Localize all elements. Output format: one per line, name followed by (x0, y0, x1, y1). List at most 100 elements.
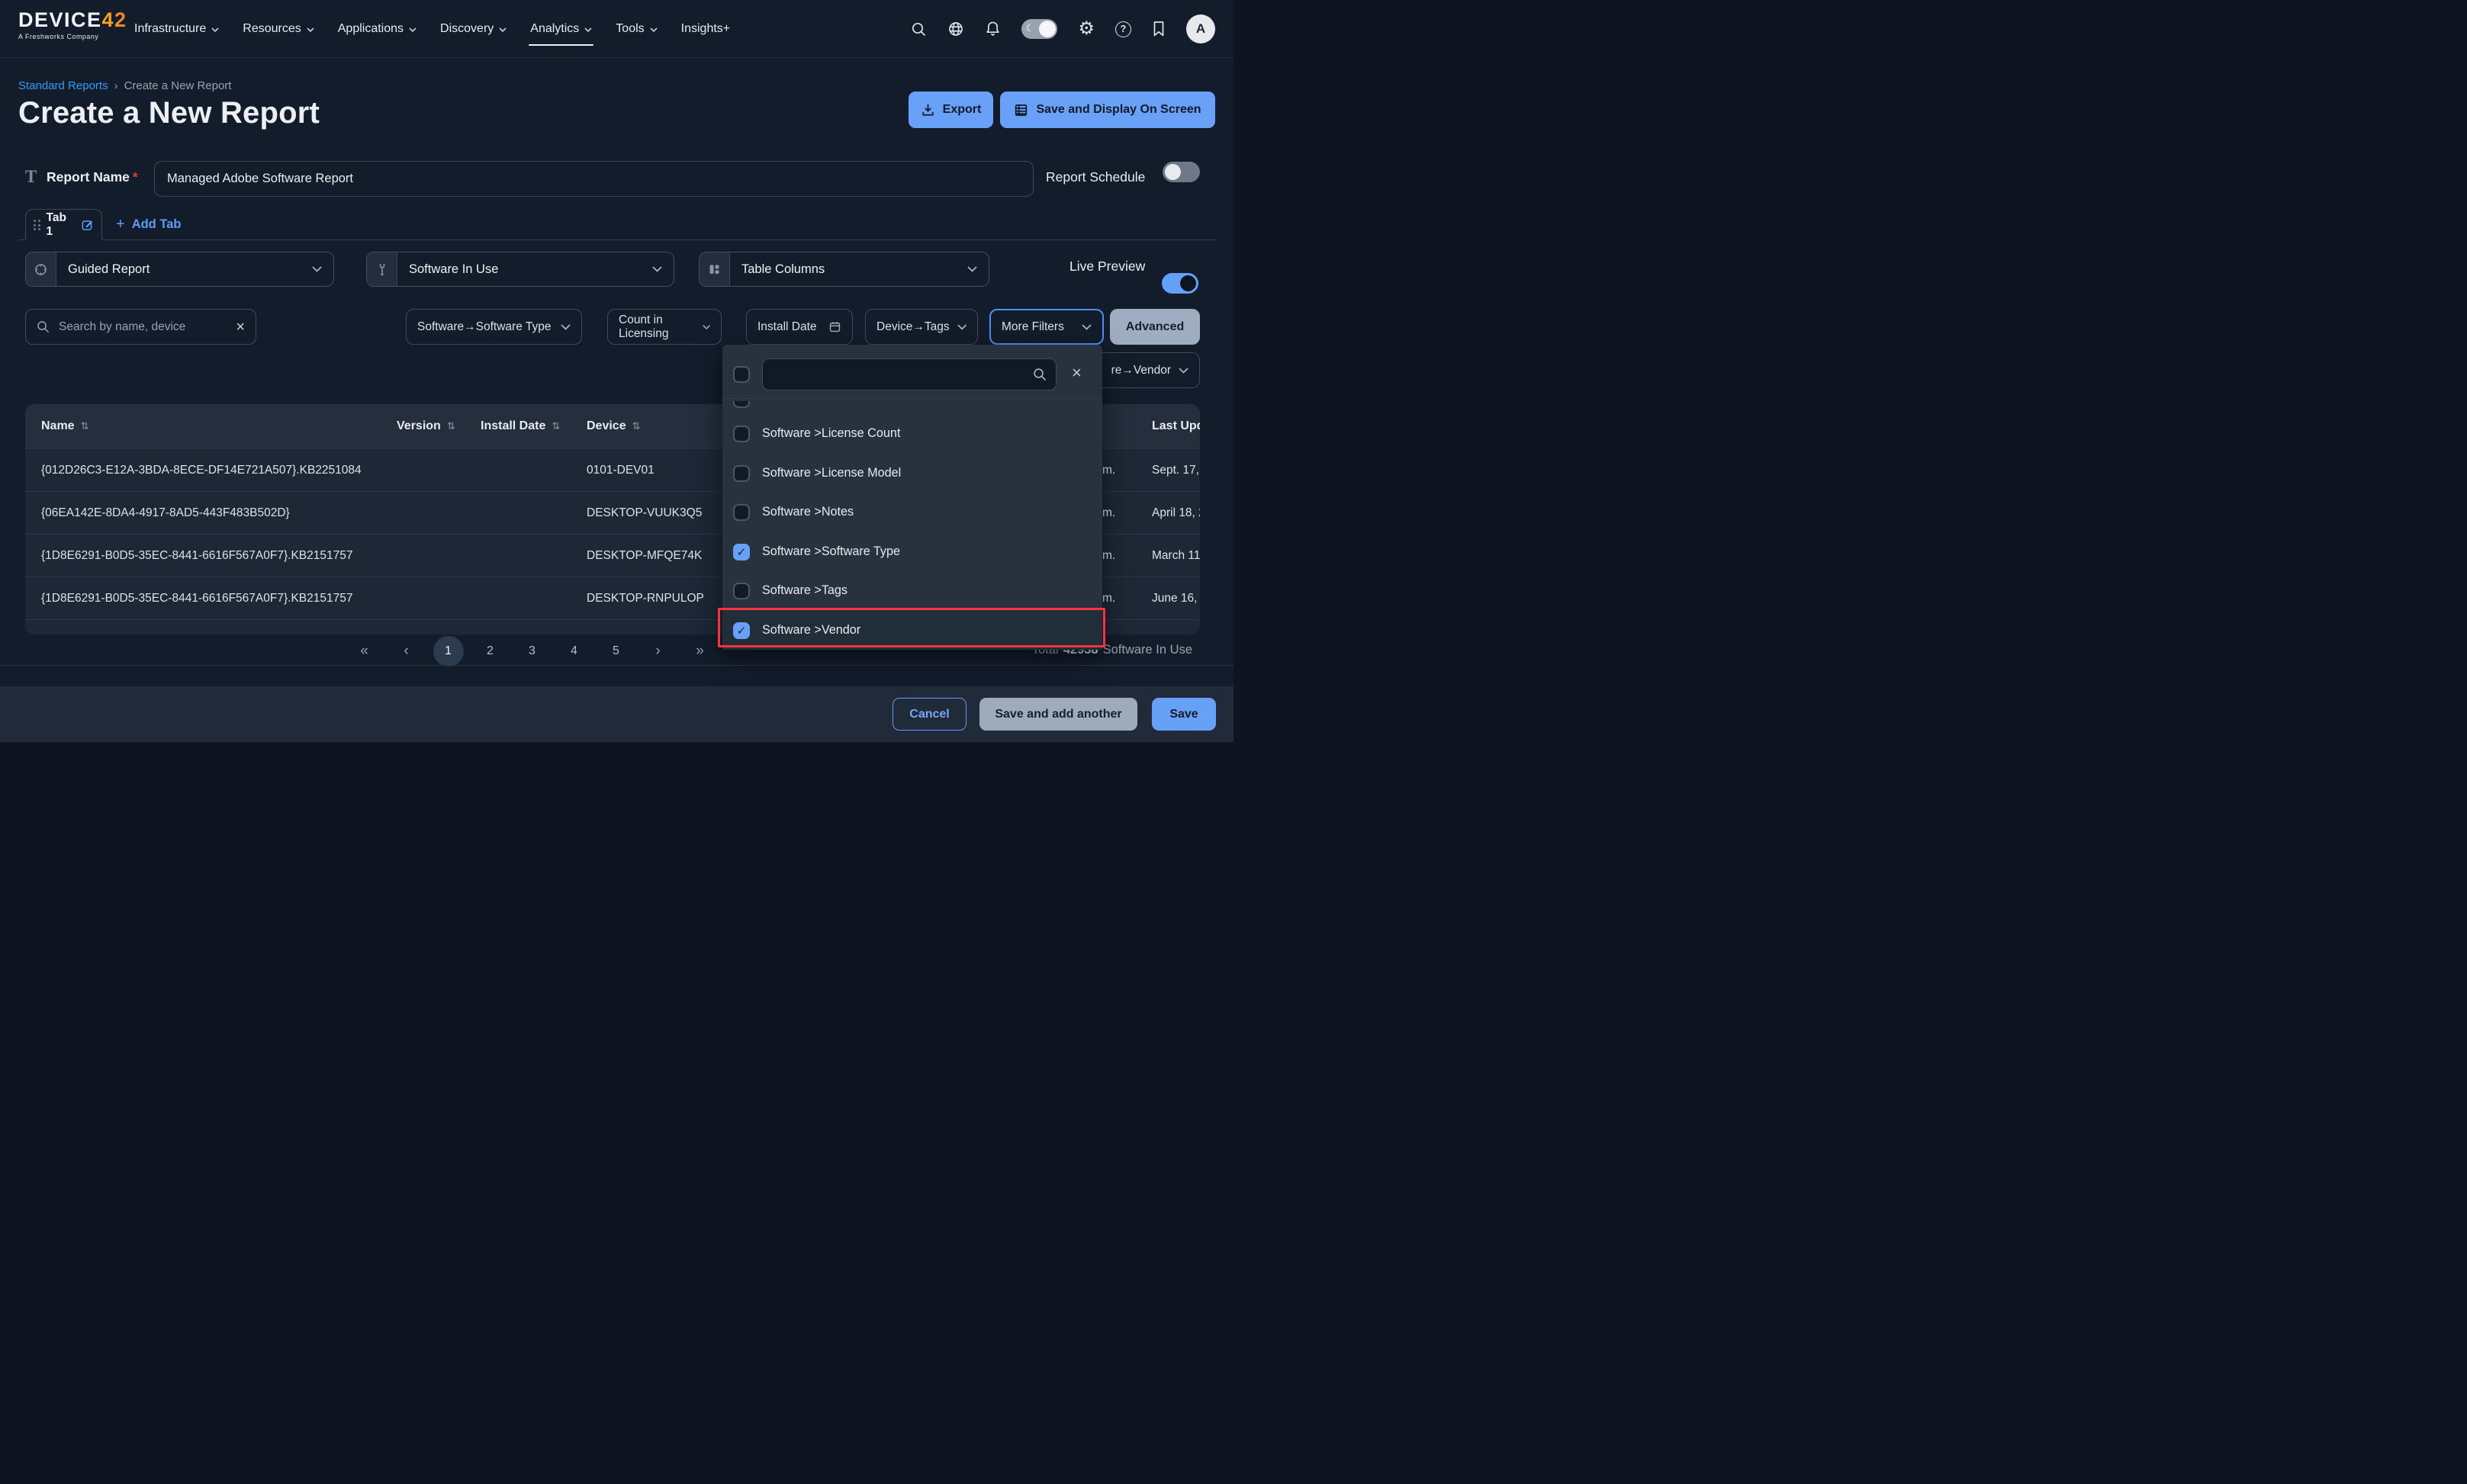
bookmark-icon[interactable] (1152, 21, 1166, 37)
tab-1[interactable]: Tab 1 (25, 209, 102, 240)
chevron-down-icon (1082, 324, 1092, 330)
filter-count-in-licensing[interactable]: Count in Licensing (607, 309, 722, 345)
report-schedule-toggle[interactable] (1163, 162, 1200, 182)
download-icon (921, 103, 935, 117)
settings-gear-icon[interactable]: ⚙ (1078, 20, 1095, 38)
pagination-page-2[interactable]: 2 (469, 635, 511, 667)
option-notes[interactable]: Software >Notes (722, 493, 1102, 532)
search-icon (37, 320, 50, 333)
filter-more-filters[interactable]: More Filters (989, 309, 1104, 345)
save-and-add-another-button[interactable]: Save and add another (979, 698, 1137, 731)
option-vendor[interactable]: Software >Vendor (722, 611, 1102, 650)
sort-icon[interactable]: ⇅ (632, 420, 641, 432)
sort-icon[interactable]: ⇅ (81, 420, 89, 432)
chevron-down-icon (967, 266, 977, 272)
table-columns-select[interactable]: Table Columns (699, 252, 989, 287)
pagination-last[interactable]: » (679, 635, 721, 667)
save-and-display-button[interactable]: Save and Display On Screen (1000, 92, 1215, 128)
menu-infrastructure[interactable]: Infrastructure (134, 0, 219, 58)
toggle-knob (1180, 275, 1196, 291)
menu-analytics[interactable]: Analytics (530, 0, 592, 58)
pagination-page-3[interactable]: 3 (511, 635, 553, 667)
pagination: « ‹ 1 2 3 4 5 › » (343, 635, 721, 667)
footer-divider (0, 665, 1234, 666)
menu-resources[interactable]: Resources (243, 0, 314, 58)
menu-applications[interactable]: Applications (338, 0, 417, 58)
pagination-next[interactable]: › (637, 635, 679, 667)
help-icon[interactable]: ? (1115, 21, 1131, 37)
advanced-button[interactable]: Advanced (1110, 309, 1200, 345)
report-name-input[interactable] (154, 161, 1034, 197)
theme-toggle[interactable]: ☾ (1021, 19, 1057, 39)
option-tags[interactable]: Software >Tags (722, 571, 1102, 610)
option-software-type[interactable]: Software >Software Type (722, 532, 1102, 571)
device42-logo[interactable]: DEVICE42 A Freshworks Company (18, 10, 127, 40)
cell-time-fragment: m. (1102, 449, 1115, 492)
checkbox-checked[interactable] (733, 544, 750, 561)
checkbox[interactable] (733, 583, 750, 599)
cell-device: DESKTOP-MFQE74K (587, 535, 702, 577)
drag-handle-icon[interactable] (34, 220, 40, 230)
data-source-select[interactable]: Software In Use (366, 252, 674, 287)
save-button[interactable]: Save (1152, 698, 1216, 731)
edit-pencil-icon[interactable] (81, 218, 94, 232)
live-preview-toggle[interactable] (1162, 273, 1198, 294)
sort-icon[interactable]: ⇅ (552, 420, 560, 432)
option-license-model[interactable]: Software >License Model (722, 454, 1102, 493)
filter-install-date[interactable]: Install Date (746, 309, 853, 345)
logo-tagline: A Freshworks Company (18, 33, 127, 40)
notifications-bell-icon[interactable] (985, 21, 1001, 37)
pagination-page-5[interactable]: 5 (595, 635, 637, 667)
cancel-button[interactable]: Cancel (893, 698, 967, 731)
pagination-page-1[interactable]: 1 (427, 635, 469, 667)
text-field-icon: T (25, 167, 37, 187)
column-header-device[interactable]: Device⇅ (587, 404, 641, 448)
cell-name: {012D26C3-E12A-3BDA-8ECE-DF14E721A507}.K… (41, 449, 362, 492)
chevron-down-icon (409, 27, 417, 32)
menu-discovery[interactable]: Discovery (440, 0, 507, 58)
search-icon[interactable] (911, 21, 927, 37)
filter-device-tags[interactable]: Device→Tags (865, 309, 978, 345)
select-all-checkbox[interactable] (733, 366, 750, 383)
pagination-page-4[interactable]: 4 (553, 635, 595, 667)
more-filters-dropdown-panel: × Software >License Count Software >Lice… (722, 345, 1102, 648)
column-header-install-date[interactable]: Install Date⇅ (481, 404, 560, 448)
checkbox[interactable] (733, 504, 750, 521)
sort-icon[interactable]: ⇅ (447, 420, 455, 432)
user-avatar[interactable]: A (1186, 14, 1215, 43)
report-name-label: Report Name* (47, 169, 138, 185)
panel-search-box (762, 358, 1057, 390)
checkbox[interactable] (733, 426, 750, 442)
report-schedule-label: Report Schedule (1046, 169, 1145, 185)
add-tab-button[interactable]: + Add Tab (116, 216, 181, 233)
checkbox-checked[interactable] (733, 622, 750, 639)
cell-device: DESKTOP-RNPULOP (587, 577, 704, 620)
checkbox[interactable] (733, 465, 750, 482)
column-header-last-updated[interactable]: Last Upd (1152, 404, 1200, 448)
column-header-version[interactable]: Version⇅ (397, 404, 455, 448)
panel-search-input[interactable] (772, 368, 1033, 382)
table-search-box: × (25, 309, 256, 345)
cell-name: {1D8E6291-B0D5-35EC-8441-6616F567A0F7}.K… (41, 535, 352, 577)
cell-name: {06EA142E-8DA4-4917-8AD5-443F483B502D} (41, 492, 290, 535)
footer-action-bar: Cancel Save and add another Save (0, 686, 1234, 742)
pagination-prev[interactable]: ‹ (385, 635, 427, 667)
pagination-first[interactable]: « (343, 635, 385, 667)
menu-insights[interactable]: Insights+ (681, 0, 730, 58)
cell-device: DESKTOP-VUUK3Q5 (587, 492, 702, 535)
required-asterisk: * (133, 169, 138, 185)
menu-tools[interactable]: Tools (616, 0, 657, 58)
close-icon[interactable]: × (1072, 365, 1082, 381)
breadcrumb-standard-reports[interactable]: Standard Reports (18, 79, 108, 92)
filter-software-type[interactable]: Software→Software Type (406, 309, 582, 345)
option-license-count[interactable]: Software >License Count (722, 414, 1102, 453)
report-type-select[interactable]: Guided Report (25, 252, 334, 287)
columns-layout-icon (700, 252, 730, 286)
globe-icon[interactable] (947, 21, 964, 37)
export-button[interactable]: Export (909, 92, 993, 128)
page-title: Create a New Report (18, 96, 320, 130)
column-header-name[interactable]: Name⇅ (41, 404, 88, 448)
clear-search-icon[interactable]: × (236, 320, 245, 335)
search-input[interactable] (57, 320, 228, 335)
live-preview-label: Live Preview (1069, 259, 1145, 275)
